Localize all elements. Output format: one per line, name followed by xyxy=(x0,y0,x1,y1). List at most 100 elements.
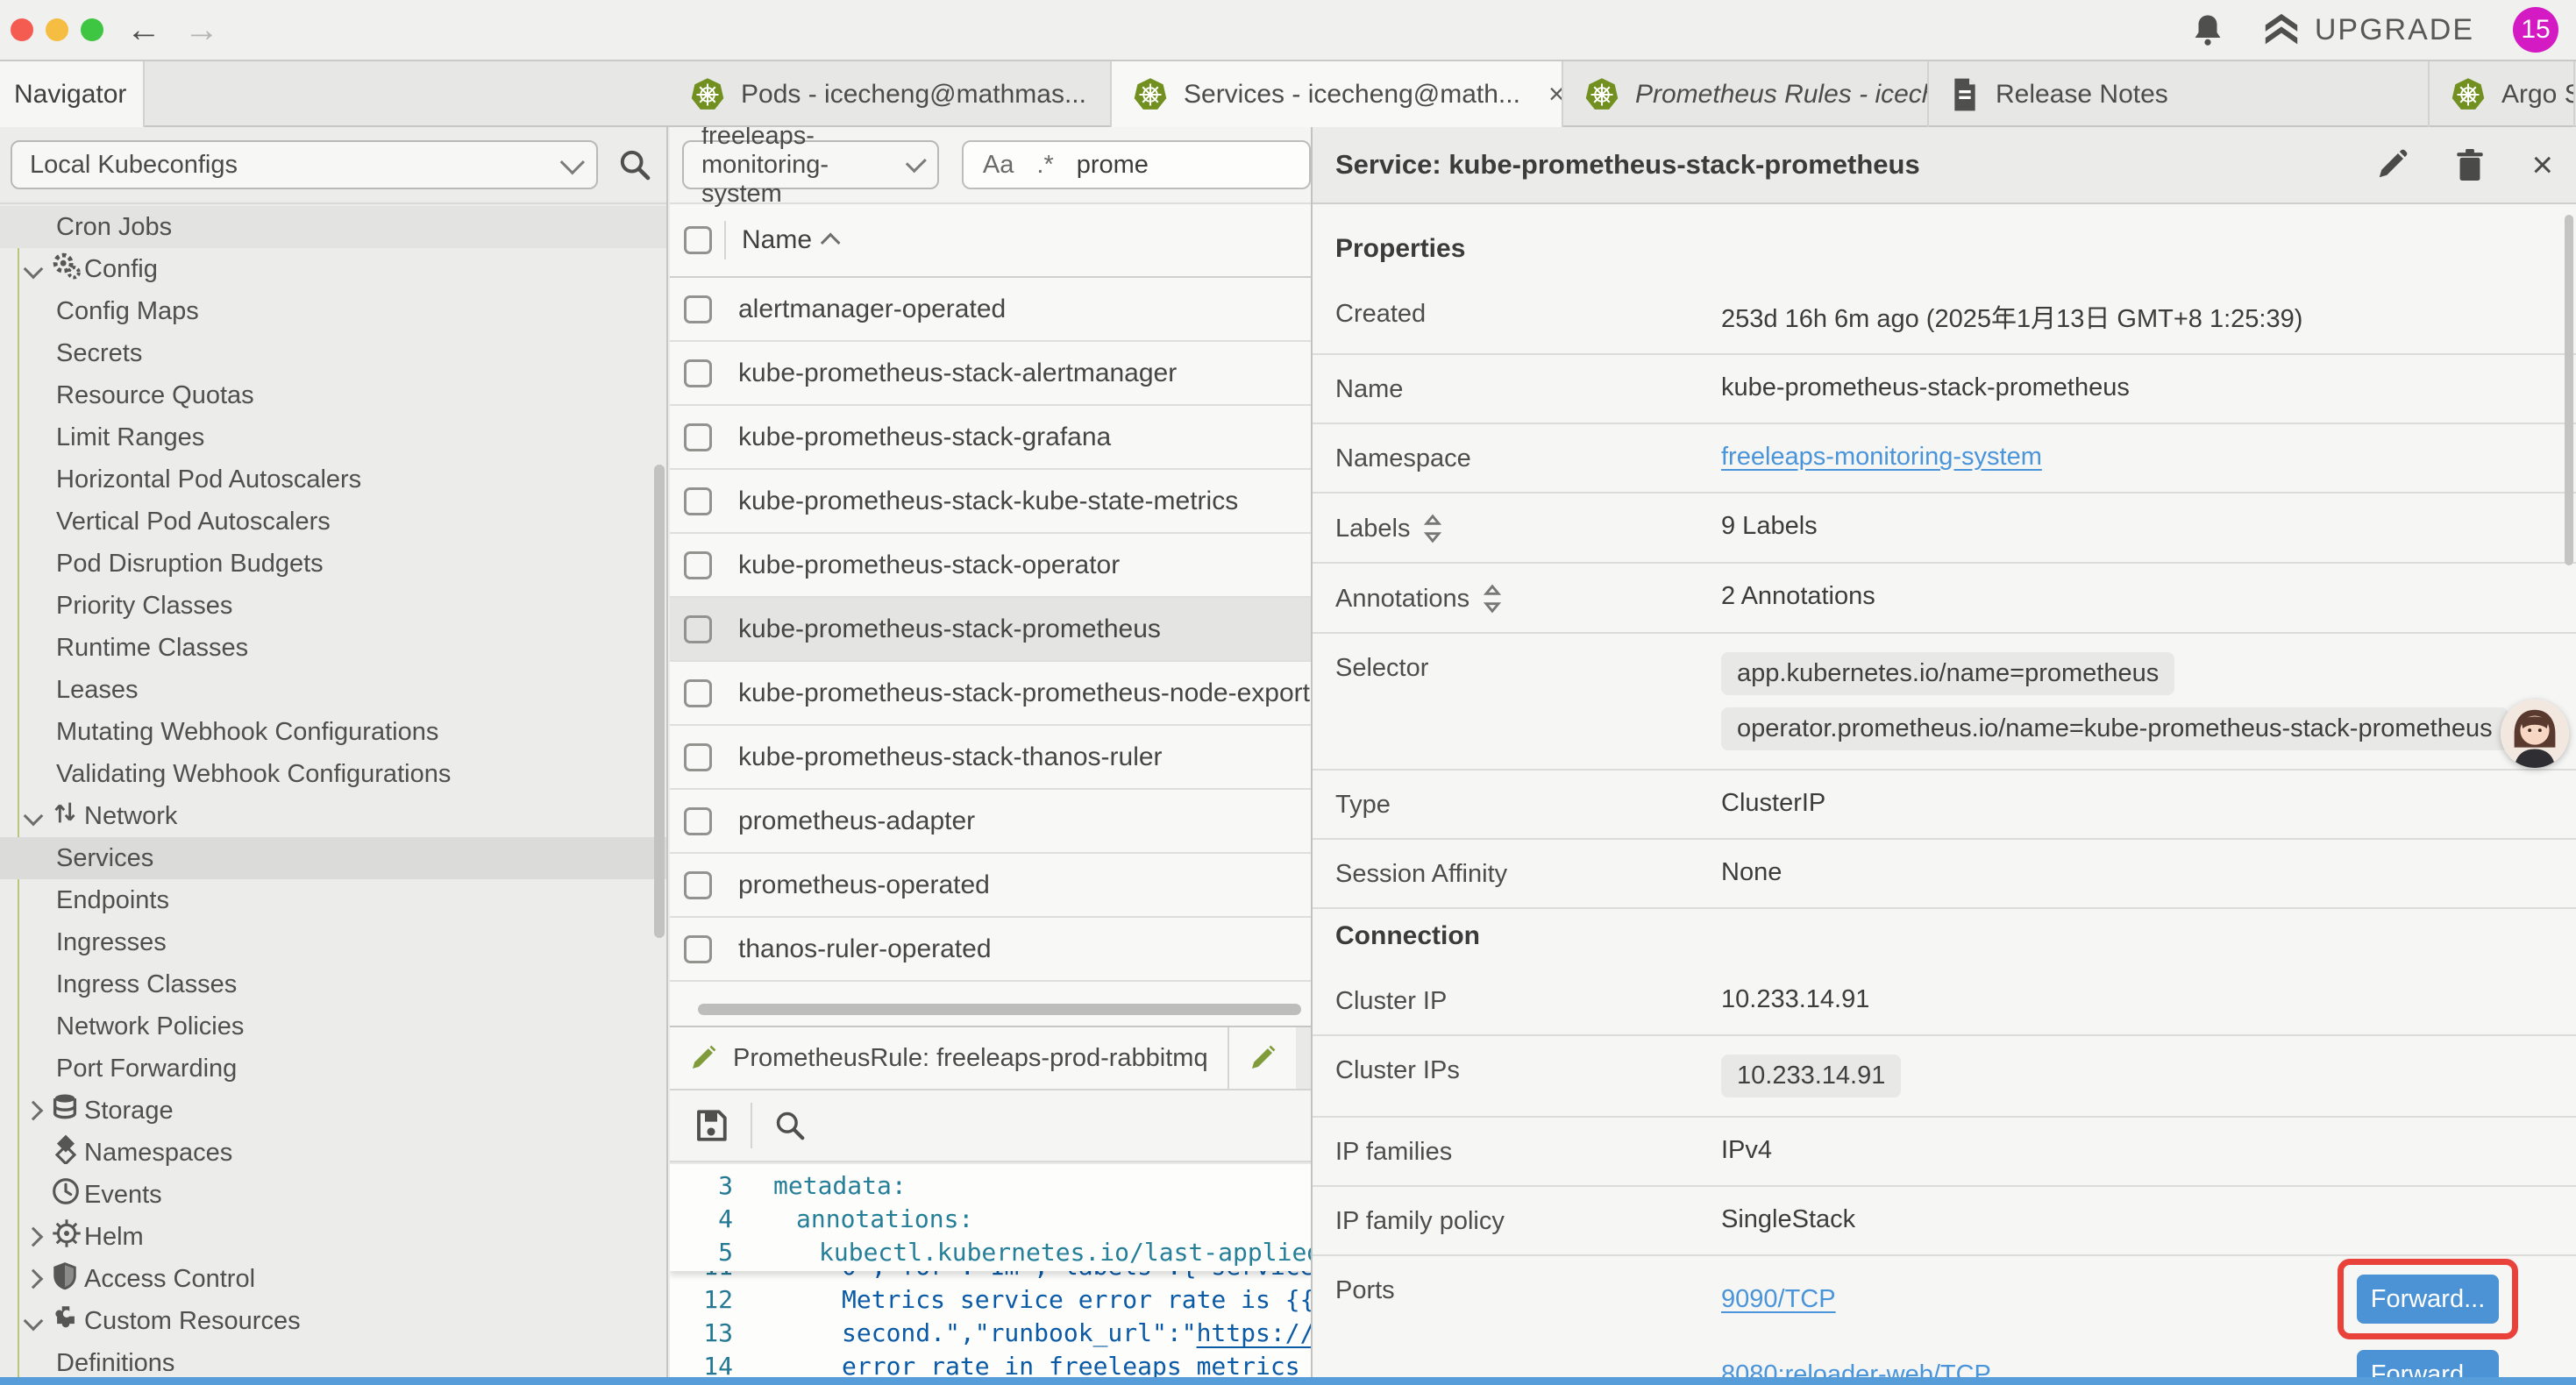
sidebar-item-config[interactable]: Config xyxy=(0,248,666,290)
sidebar-item-storage[interactable]: Storage xyxy=(0,1090,666,1132)
sidebar-item-access-control[interactable]: Access Control xyxy=(0,1258,666,1300)
row-checkbox[interactable] xyxy=(684,295,712,323)
tab-pods-icecheng-mathmas[interactable]: Pods - icecheng@mathmas... xyxy=(669,61,1112,127)
sidebar-item-pod-disruption-budgets[interactable]: Pod Disruption Budgets xyxy=(0,543,666,585)
tab-release-notes[interactable]: Release Notes xyxy=(1929,61,2430,127)
regex-toggle[interactable]: .* xyxy=(1036,151,1053,180)
row-checkbox[interactable] xyxy=(684,871,712,899)
upgrade-button[interactable]: UPGRADE xyxy=(2262,12,2474,47)
sidebar-item-secrets[interactable]: Secrets xyxy=(0,332,666,374)
sidebar-item-network-policies[interactable]: Network Policies xyxy=(0,1005,666,1048)
dock-tab-prometheusrule[interactable]: PrometheusRule: freeleaps-prod-rabbitmq xyxy=(670,1027,1229,1089)
assistant-avatar[interactable] xyxy=(2501,700,2569,768)
notification-badge[interactable]: 15 xyxy=(2513,7,2558,53)
forward-button[interactable]: Forward... xyxy=(2357,1275,2499,1324)
detail-body: PropertiesCreated253d 16h 6m ago (2025年1… xyxy=(1313,204,2576,1378)
table-row-kube-prometheus-stack-grafana[interactable]: kube-prometheus-stack-grafana xyxy=(670,406,1311,470)
table-row-kube-prometheus-stack-thanos-ruler[interactable]: kube-prometheus-stack-thanos-ruler xyxy=(670,726,1311,790)
table-row-kube-prometheus-stack-prometheus-node-exporter[interactable]: kube-prometheus-stack-prometheus-node-ex… xyxy=(670,662,1311,726)
sidebar-item-label: Ingresses xyxy=(0,928,167,957)
table-row-thanos-ruler-operated[interactable]: thanos-ruler-operated xyxy=(670,918,1311,982)
search-icon[interactable] xyxy=(773,1109,807,1142)
sidebar-item-events[interactable]: Events xyxy=(0,1174,666,1216)
back-arrow-icon[interactable]: ← xyxy=(126,12,161,47)
match-case-toggle[interactable]: Aa xyxy=(983,151,1014,180)
sidebar-item-mutating-webhook-configurations[interactable]: Mutating Webhook Configurations xyxy=(0,711,666,753)
sidebar-item-endpoints[interactable]: Endpoints xyxy=(0,879,666,921)
save-icon[interactable] xyxy=(693,1107,729,1144)
row-checkbox[interactable] xyxy=(684,935,712,963)
detail-label: Cluster IPs xyxy=(1335,1055,1721,1085)
sidebar-item-definitions[interactable]: Definitions xyxy=(0,1342,666,1371)
window-zoom-button[interactable] xyxy=(81,18,103,41)
forward-button[interactable]: Forward... xyxy=(2357,1350,2499,1378)
row-checkbox[interactable] xyxy=(684,359,712,387)
bell-icon[interactable] xyxy=(2192,12,2224,47)
select-all-checkbox[interactable] xyxy=(684,226,712,254)
detail-value: 9 Labels xyxy=(1721,512,2553,541)
sidebar-item-config-maps[interactable]: Config Maps xyxy=(0,290,666,332)
sidebar-item-limit-ranges[interactable]: Limit Ranges xyxy=(0,416,666,458)
helm-icon xyxy=(51,1218,82,1249)
sidebar-item-priority-classes[interactable]: Priority Classes xyxy=(0,585,666,627)
port-link[interactable]: 9090/TCP xyxy=(1721,1285,1836,1314)
row-checkbox[interactable] xyxy=(684,807,712,835)
window-close-button[interactable] xyxy=(11,18,33,41)
sidebar-item-ingresses[interactable]: Ingresses xyxy=(0,921,666,963)
dock-tab-partial[interactable] xyxy=(1229,1027,1296,1089)
row-checkbox[interactable] xyxy=(684,551,712,579)
sidebar-item-validating-webhook-configurations[interactable]: Validating Webhook Configurations xyxy=(0,753,666,795)
table-row-kube-prometheus-stack-kube-state-metrics[interactable]: kube-prometheus-stack-kube-state-metrics xyxy=(670,470,1311,534)
row-checkbox[interactable] xyxy=(684,679,712,707)
tab-services-icecheng-math[interactable]: Services - icecheng@math...× xyxy=(1112,61,1563,127)
tab-prometheus-rules-icecheng[interactable]: Prometheus Rules - icecheng... xyxy=(1563,61,1929,127)
tab-argo-se[interactable]: Argo Se xyxy=(2430,61,2575,127)
close-icon[interactable]: × xyxy=(1548,78,1563,110)
sidebar-item-runtime-classes[interactable]: Runtime Classes xyxy=(0,627,666,669)
kubeconfig-select[interactable]: Local Kubeconfigs xyxy=(11,140,598,189)
sidebar-item-custom-resources[interactable]: Custom Resources xyxy=(0,1300,666,1342)
port-link[interactable]: 8080:reloader-web/TCP xyxy=(1721,1360,1991,1379)
table-row-alertmanager-operated[interactable]: alertmanager-operated xyxy=(670,278,1311,342)
sidebar-item-label: Runtime Classes xyxy=(0,634,248,663)
sidebar-item-horizontal-pod-autoscalers[interactable]: Horizontal Pod Autoscalers xyxy=(0,458,666,501)
search-icon[interactable] xyxy=(617,147,652,182)
window-minimize-button[interactable] xyxy=(46,18,68,41)
navigator-sidebar: Local Kubeconfigs Cron JobsConfigConfig … xyxy=(0,127,668,1378)
name-column-header[interactable]: Name xyxy=(742,225,840,255)
sidebar-item-leases[interactable]: Leases xyxy=(0,669,666,711)
edit-pencil-icon[interactable] xyxy=(2375,148,2409,181)
namespace-select[interactable]: freeleaps-monitoring-system xyxy=(682,140,939,189)
row-checkbox[interactable] xyxy=(684,423,712,451)
sidebar-item-helm[interactable]: Helm xyxy=(0,1216,666,1258)
sidebar-item-services[interactable]: Services xyxy=(0,837,666,879)
sidebar-item-cron-jobs[interactable]: Cron Jobs xyxy=(0,206,666,248)
table-row-kube-prometheus-stack-prometheus[interactable]: kube-prometheus-stack-prometheus xyxy=(670,598,1311,662)
horizontal-scrollbar[interactable] xyxy=(698,1004,1301,1015)
sidebar-item-port-forwarding[interactable]: Port Forwarding xyxy=(0,1048,666,1090)
namespace-link[interactable]: freeleaps-monitoring-system xyxy=(1721,443,2042,471)
tab-navigator[interactable]: Navigator xyxy=(0,61,145,127)
table-row-prometheus-operated[interactable]: prometheus-operated xyxy=(670,854,1311,918)
table-row-prometheus-adapter[interactable]: prometheus-adapter xyxy=(670,790,1311,854)
delete-trash-icon[interactable] xyxy=(2454,147,2486,182)
sidebar-item-ingress-classes[interactable]: Ingress Classes xyxy=(0,963,666,1005)
sidebar-item-vertical-pod-autoscalers[interactable]: Vertical Pod Autoscalers xyxy=(0,501,666,543)
detail-scrollbar[interactable] xyxy=(2565,215,2573,565)
sidebar-item-network[interactable]: Network xyxy=(0,795,666,837)
close-icon[interactable]: × xyxy=(2531,146,2553,183)
sidebar-item-label: Leases xyxy=(0,676,139,705)
sidebar-item-namespaces[interactable]: Namespaces xyxy=(0,1132,666,1174)
table-row-kube-prometheus-stack-operator[interactable]: kube-prometheus-stack-operator xyxy=(670,534,1311,598)
detail-value: 2 Annotations xyxy=(1721,582,2553,611)
yaml-editor[interactable]: 110","for":"1m","labels":{"service":12Me… xyxy=(670,1164,1311,1378)
row-checkbox[interactable] xyxy=(684,615,712,643)
row-checkbox[interactable] xyxy=(684,487,712,515)
forward-arrow-icon[interactable]: → xyxy=(184,12,219,47)
table-row-kube-prometheus-stack-alertmanager[interactable]: kube-prometheus-stack-alertmanager xyxy=(670,342,1311,406)
sidebar-scrollbar[interactable] xyxy=(654,465,665,938)
sidebar-item-resource-quotas[interactable]: Resource Quotas xyxy=(0,374,666,416)
row-checkbox[interactable] xyxy=(684,743,712,771)
sidebar-item-label: Network Policies xyxy=(0,1012,244,1041)
search-input[interactable]: Aa .* prome xyxy=(962,140,1311,189)
